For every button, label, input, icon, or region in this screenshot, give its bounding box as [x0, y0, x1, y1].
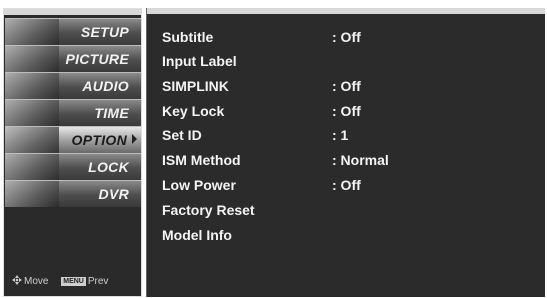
setting-label: Model Info [162, 227, 232, 243]
menu-item-time[interactable]: TIME [5, 99, 141, 126]
setting-label: Low Power [162, 177, 236, 193]
move-arrows-icon [12, 275, 22, 285]
menu-item-audio[interactable]: AUDIO [5, 72, 141, 99]
option-thumbnail-icon [5, 127, 59, 153]
menu-item-dvr[interactable]: DVR [5, 180, 141, 207]
setting-row-key-lock[interactable]: Key Lock : Off [162, 99, 542, 123]
menu-item-picture[interactable]: PICTURE [5, 45, 141, 72]
setting-label: Factory Reset [162, 202, 255, 218]
setting-label: ISM Method [162, 152, 241, 168]
menu-item-label: TIME [94, 105, 129, 121]
panel-top-strip [147, 8, 545, 14]
setting-row-low-power[interactable]: Low Power : Off [162, 173, 542, 197]
setting-label: SIMPLINK [162, 78, 229, 94]
menu-item-setup[interactable]: SETUP [5, 18, 141, 45]
arrow-right-icon [132, 134, 137, 144]
setting-value: : 1 [332, 127, 349, 143]
menu-key-icon: MENU [61, 277, 86, 286]
setting-row-simplink[interactable]: SIMPLINK : Off [162, 74, 542, 98]
setting-row-set-id[interactable]: Set ID : 1 [162, 123, 542, 147]
move-hint-label: Move [24, 276, 49, 287]
prev-hint-label: Prev [87, 276, 109, 287]
setting-value: : Off [332, 29, 361, 45]
picture-thumbnail-icon [5, 46, 59, 72]
lock-thumbnail-icon [5, 154, 59, 180]
menu-item-label: SETUP [80, 24, 129, 40]
menu-item-lock[interactable]: LOCK [5, 153, 141, 180]
setting-row-model-info[interactable]: Model Info [162, 223, 542, 247]
option-settings-panel: Subtitle : Off Input Label SIMPLINK : Of… [146, 8, 545, 297]
setting-label: Set ID [162, 127, 202, 143]
menu-item-label: OPTION [71, 132, 127, 148]
setting-value: : Off [332, 103, 361, 119]
audio-thumbnail-icon [5, 73, 59, 99]
sidebar-top-strip [4, 9, 141, 15]
setting-row-subtitle[interactable]: Subtitle : Off [162, 25, 542, 49]
menu-item-label: LOCK [88, 159, 129, 175]
time-thumbnail-icon [5, 100, 59, 126]
setup-thumbnail-icon [5, 19, 59, 45]
menu-item-label: DVR [98, 186, 129, 202]
setting-value: : Off [332, 78, 361, 94]
menu-item-label: AUDIO [82, 78, 129, 94]
setting-label: Key Lock [162, 103, 225, 119]
setting-row-input-label[interactable]: Input Label [162, 49, 542, 73]
setting-value: : Normal [332, 152, 389, 168]
setting-label: Input Label [162, 53, 237, 69]
navigation-hint: Move MENU Prev [12, 275, 108, 287]
setting-row-ism-method[interactable]: ISM Method : Normal [162, 148, 542, 172]
setting-value: : Off [332, 177, 361, 193]
dvr-thumbnail-icon [5, 181, 59, 207]
setting-label: Subtitle [162, 29, 214, 45]
main-menu-sidebar: SETUP PICTURE AUDIO TIME OPTION LOCK DVR… [3, 8, 142, 297]
setting-row-factory-reset[interactable]: Factory Reset [162, 198, 542, 222]
menu-item-option[interactable]: OPTION [5, 126, 141, 153]
menu-item-label: PICTURE [65, 51, 129, 67]
